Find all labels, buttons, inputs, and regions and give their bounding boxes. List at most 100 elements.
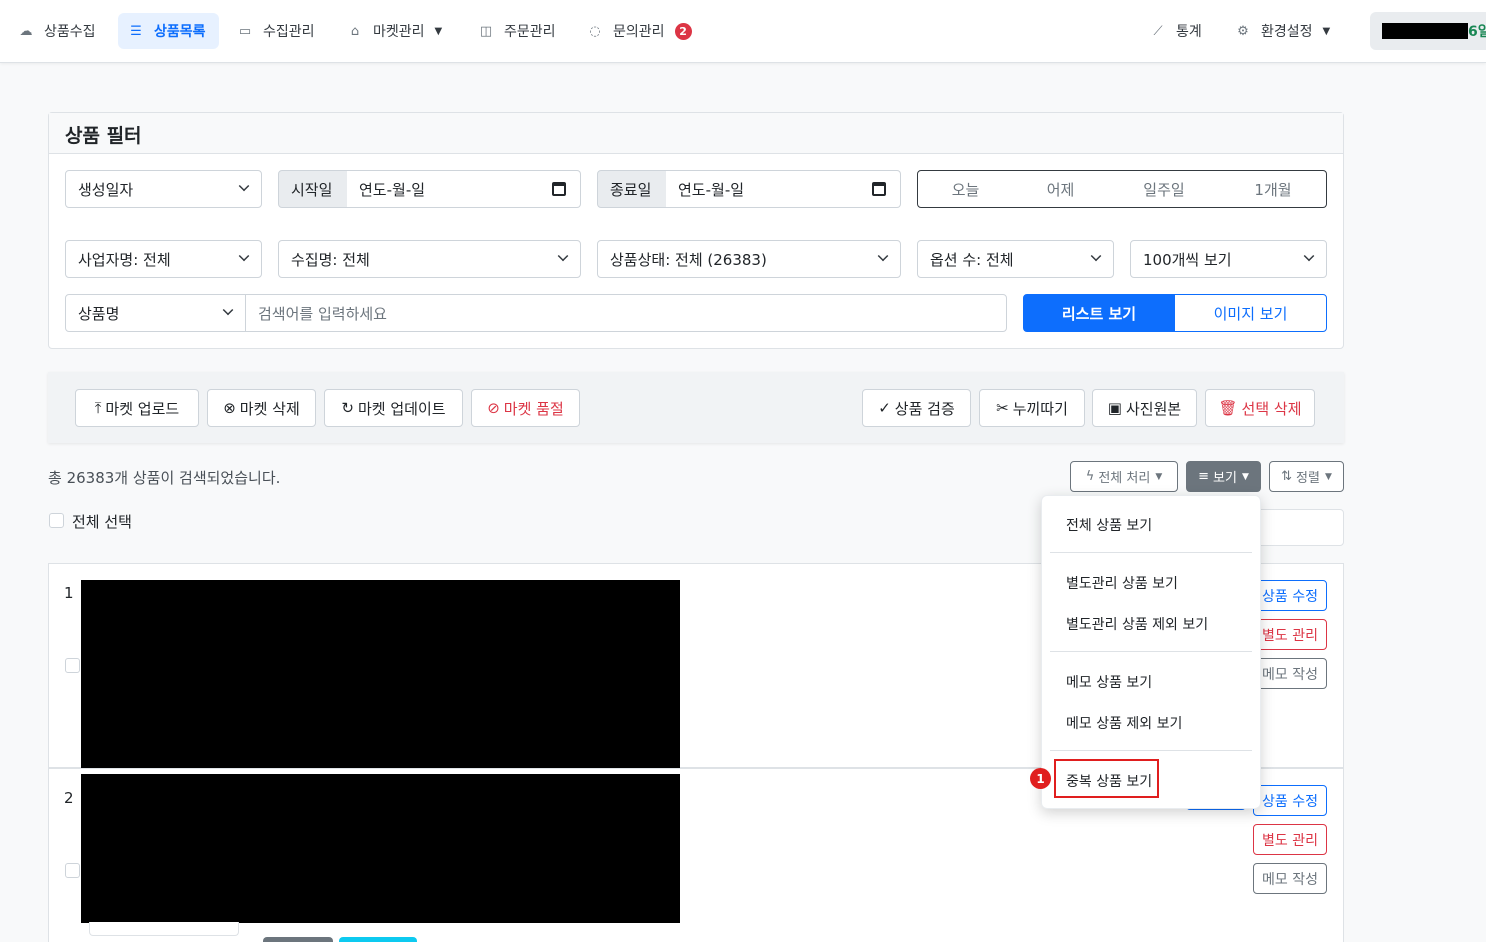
chevron-down-icon (238, 180, 250, 192)
redacted-user-name (1382, 23, 1468, 39)
nav-label: 마켓관리 (373, 24, 425, 40)
option-count-value: 옵션 수: 전체 (930, 250, 1014, 269)
trash-icon: 🗑 (1218, 399, 1238, 417)
box-icon: ▭ (238, 23, 252, 39)
range-today-button[interactable]: 오늘 (917, 170, 1014, 208)
nav-label: 수집관리 (263, 24, 315, 40)
sort-label: 정렬 (1296, 471, 1320, 486)
list-icon: ☰ (130, 23, 142, 39)
caret-down-icon: ▼ (1322, 25, 1331, 37)
collection-select[interactable]: 수집명: 전체 (278, 240, 581, 278)
market-soldout-button[interactable]: ⊘ 마켓 품절 (471, 389, 580, 427)
menu-item-memo-products[interactable]: 메모 상품 보기 (1066, 672, 1152, 692)
bag-check-icon: ◫ (479, 23, 493, 39)
separate-manage-button[interactable]: 별도 관리 (1253, 824, 1327, 855)
nav-item-product-list[interactable]: ☰ 상품목록 (118, 13, 219, 49)
caret-down-icon: ▼ (1324, 471, 1332, 482)
nav-label: 통계 (1176, 24, 1202, 40)
separate-manage-button[interactable]: 별도 관리 (1253, 619, 1327, 650)
select-all-checkbox[interactable] (49, 513, 64, 528)
end-date-input[interactable]: 연도-월-일 (666, 170, 901, 208)
verify-button[interactable]: ✓ 상품 검증 (862, 389, 971, 427)
menu-item-exclude-separate[interactable]: 별도관리 상품 제외 보기 (1066, 614, 1208, 634)
filter-icon: ≡ (1198, 469, 1210, 484)
chevron-down-icon (222, 304, 234, 316)
business-value: 사업자명: 전체 (78, 250, 171, 269)
annotation-step-badge: 1 (1030, 768, 1051, 789)
chevron-down-icon (238, 250, 250, 262)
upload-icon: ⤒ (94, 399, 102, 417)
end-date-placeholder: 연도-월-일 (678, 180, 745, 199)
image-view-button[interactable]: 이미지 보기 (1174, 294, 1327, 332)
row-number: 1 (64, 584, 74, 602)
option-count-select[interactable]: 옵션 수: 전체 (917, 240, 1114, 278)
nav-item-collect-manage[interactable]: ▭ 수집관리 (227, 13, 325, 49)
menu-item-exclude-memo[interactable]: 메모 상품 제외 보기 (1066, 713, 1182, 733)
tag-chip (339, 937, 417, 942)
bulk-action-button[interactable]: ϟ 전체 처리 ▼ (1070, 461, 1178, 492)
market-delete-button[interactable]: ⊗ 마켓 삭제 (207, 389, 316, 427)
cutout-button[interactable]: ✂ 누끼따기 (979, 389, 1085, 427)
verify-label: 상품 검증 (894, 399, 955, 418)
view-filter-label: 보기 (1213, 471, 1237, 486)
nav-item-order-manage[interactable]: ◫ 주문관리 (468, 13, 566, 49)
gear-icon: ⚙ (1237, 23, 1249, 39)
search-field-select[interactable]: 상품명 (65, 294, 246, 332)
search-input[interactable]: 검색어를 입력하세요 (245, 294, 1007, 332)
inquiry-count-badge: 2 (674, 22, 692, 40)
nav-item-stats[interactable]: ⟋ 통계 (1140, 13, 1212, 49)
nav-item-product-collect[interactable]: ☁ 상품수집 (8, 13, 106, 49)
menu-divider (1050, 552, 1252, 553)
date-type-select[interactable]: 생성일자 (65, 170, 262, 208)
status-value: 상품상태: 전체 (26383) (610, 250, 767, 269)
sort-button[interactable]: ⇅ 정렬 ▼ (1269, 461, 1344, 492)
row-checkbox[interactable] (65, 863, 80, 878)
delete-selected-button[interactable]: 🗑 선택 삭제 (1205, 389, 1315, 427)
nav-item-market-manage[interactable]: ⌂ 마켓관리 ▼ (337, 13, 452, 49)
write-memo-button[interactable]: 메모 작성 (1253, 863, 1327, 894)
x-circle-icon: ⊗ (223, 399, 236, 417)
nav-label: 문의관리 (613, 24, 665, 40)
filter-title: 상품 필터 (49, 113, 1343, 154)
status-select[interactable]: 상품상태: 전체 (26383) (597, 240, 901, 278)
chevron-down-icon (557, 250, 569, 262)
image-icon: ▣ (1107, 399, 1122, 417)
page-size-select[interactable]: 100개씩 보기 (1130, 240, 1327, 278)
market-upload-button[interactable]: ⤒ 마켓 업로드 (75, 389, 199, 427)
market-update-button[interactable]: ↻ 마켓 업데이트 (324, 389, 463, 427)
chevron-down-icon (1090, 250, 1102, 262)
product-image (81, 580, 680, 769)
start-date-input[interactable]: 연도-월-일 (347, 170, 581, 208)
caret-down-icon: ▼ (1241, 471, 1249, 482)
business-select[interactable]: 사업자명: 전체 (65, 240, 262, 278)
check-circle-icon: ✓ (878, 399, 891, 417)
nav-item-settings[interactable]: ⚙ 환경설정 ▼ (1225, 13, 1340, 49)
tag-chip (263, 937, 333, 942)
row-checkbox[interactable] (65, 658, 80, 673)
edit-product-button[interactable]: 상품 수정 (1253, 785, 1327, 816)
cutout-label: 누끼따기 (1012, 399, 1068, 418)
menu-item-separate-products[interactable]: 별도관리 상품 보기 (1066, 573, 1178, 593)
range-yesterday-button[interactable]: 어제 (1013, 170, 1109, 208)
calendar-icon[interactable] (872, 182, 886, 196)
calendar-icon[interactable] (552, 182, 566, 196)
user-menu[interactable]: 6일 (1370, 12, 1486, 50)
original-photo-button[interactable]: ▣ 사진원본 (1092, 389, 1197, 427)
original-photo-label: 사진원본 (1125, 399, 1182, 418)
nav-label: 상품목록 (154, 24, 206, 40)
range-month-button[interactable]: 1개월 (1220, 170, 1327, 208)
nav-item-inquiry-manage[interactable]: ◌ 문의관리 2 (577, 13, 702, 49)
nav-label: 주문관리 (504, 24, 556, 40)
write-memo-button[interactable]: 메모 작성 (1253, 658, 1327, 689)
row-subpanel (89, 922, 239, 936)
chevron-down-icon (1303, 250, 1315, 262)
range-week-button[interactable]: 일주일 (1108, 170, 1221, 208)
list-view-button[interactable]: 리스트 보기 (1023, 294, 1175, 332)
menu-item-all-products[interactable]: 전체 상품 보기 (1066, 515, 1152, 535)
view-filter-button[interactable]: ≡ 보기 ▼ (1186, 461, 1261, 492)
market-upload-label: 마켓 업로드 (105, 399, 180, 418)
edit-product-button[interactable]: 상품 수정 (1253, 580, 1327, 611)
scissors-icon: ✂ (996, 399, 1009, 417)
select-all-label: 전체 선택 (72, 513, 132, 531)
shop-icon: ⌂ (350, 23, 360, 39)
